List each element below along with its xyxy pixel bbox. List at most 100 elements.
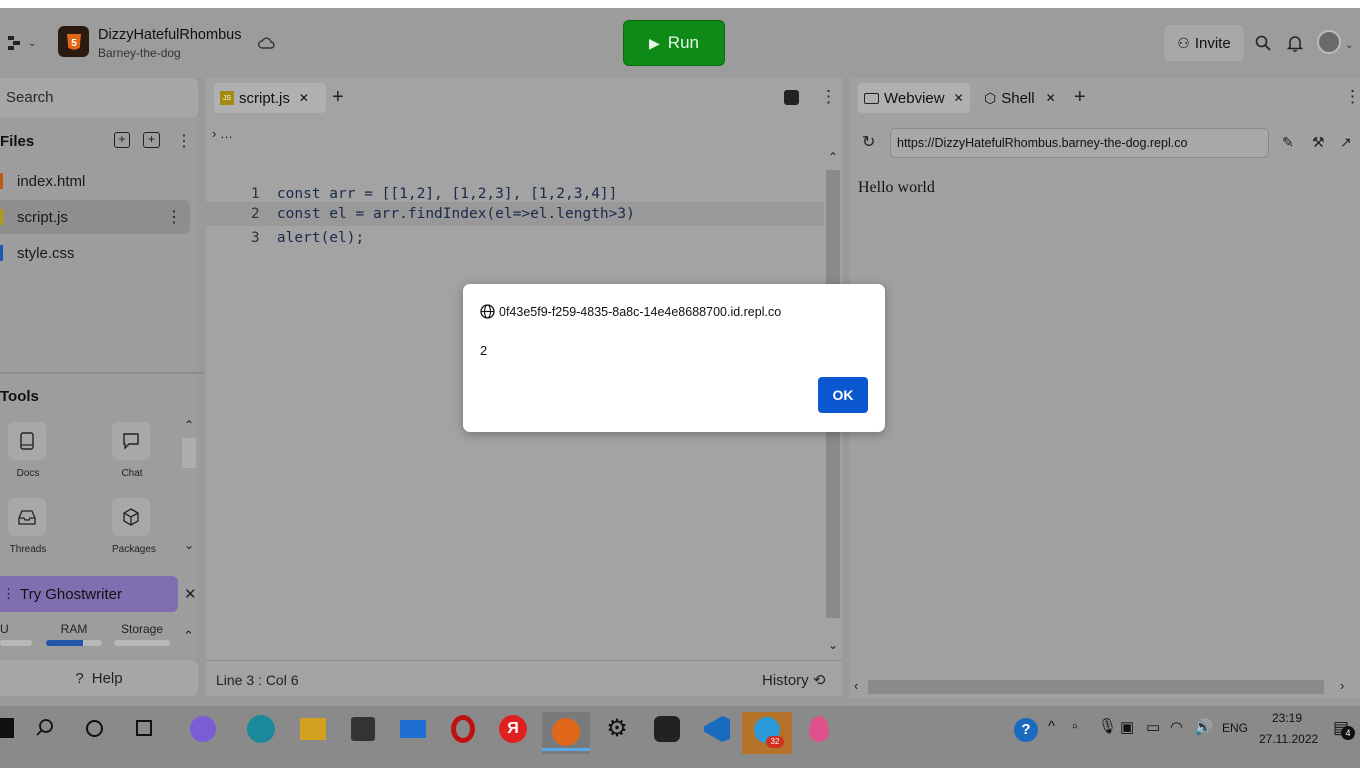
tab-webview[interactable]: Webview ✕ <box>858 83 970 113</box>
chevron-up-icon[interactable]: ⌃ <box>184 418 194 432</box>
telegram-icon[interactable]: 32 <box>742 712 792 754</box>
invite-button[interactable]: ⚇ Invite <box>1164 25 1244 61</box>
tab-script-js[interactable]: JS script.js ✕ <box>214 83 326 113</box>
help-button[interactable]: ? Help <box>0 660 198 696</box>
volume-tray-icon[interactable]: 🔊 <box>1194 718 1213 736</box>
close-icon[interactable]: ✕ <box>299 91 309 105</box>
webview-scrollbar[interactable]: ‹ › <box>850 676 1360 698</box>
tool-chat[interactable]: Chat <box>112 422 152 482</box>
url-bar[interactable]: https://DizzyHatefulRhombus.barney-the-d… <box>890 128 1269 158</box>
display-tray-icon[interactable]: ▣ <box>1120 718 1134 736</box>
new-folder-icon[interactable]: + <box>143 132 160 148</box>
wifi-tray-icon[interactable]: ◠ <box>1170 718 1183 736</box>
help-tray-icon[interactable]: ? <box>1014 718 1038 742</box>
tool-packages[interactable]: Packages <box>112 498 156 558</box>
resource-ram[interactable]: RAM <box>46 622 102 646</box>
scroll-thumb[interactable] <box>182 438 196 468</box>
ghostwriter-banner[interactable]: ⋮ Try Ghostwriter <box>0 576 178 612</box>
notifications-icon[interactable]: ▤ 4 <box>1333 718 1355 740</box>
cursor-position[interactable]: Line 3 : Col 6 <box>216 672 299 688</box>
tool-docs[interactable]: Docs <box>8 422 48 482</box>
sidebar-divider[interactable] <box>0 372 204 374</box>
files-menu-icon[interactable]: ⋮ <box>176 131 192 151</box>
tab-label: Webview <box>884 89 945 107</box>
chevron-right-icon[interactable]: › <box>1340 678 1344 693</box>
opera-icon[interactable] <box>446 712 480 746</box>
resource-label: U <box>0 622 9 636</box>
chevron-up-icon[interactable]: ⌃ <box>828 150 838 164</box>
replit-menu-button[interactable]: ⌄ <box>8 32 44 54</box>
editor-layout-icon[interactable] <box>784 90 799 105</box>
avatar[interactable] <box>1317 30 1341 54</box>
chevron-down-icon[interactable]: ⌄ <box>1345 40 1353 51</box>
resource-cpu[interactable]: U <box>0 622 34 646</box>
resource-storage[interactable]: Storage <box>114 622 170 646</box>
start-button[interactable] <box>0 718 14 738</box>
bell-icon[interactable] <box>1287 34 1303 52</box>
clock-date[interactable]: 27.11.2022 <box>1259 732 1318 746</box>
file-item-index-html[interactable]: index.html <box>0 164 190 198</box>
ok-button[interactable]: OK <box>818 377 868 413</box>
battery-tray-icon[interactable]: ▭ <box>1146 718 1160 736</box>
drop-app-icon[interactable] <box>802 712 836 746</box>
search-icon[interactable] <box>1255 35 1271 51</box>
scroll-thumb[interactable] <box>868 680 1324 694</box>
edit-icon[interactable]: ✎ <box>1282 134 1294 151</box>
files-title: Files <box>0 133 35 150</box>
tools-scrollbar[interactable]: ⌃ ⌄ <box>180 418 198 558</box>
cortana-icon[interactable] <box>86 720 103 737</box>
add-tab-icon[interactable]: + <box>332 86 344 109</box>
search-field[interactable]: Search <box>0 78 198 118</box>
history-button[interactable]: History ⟲ <box>762 671 825 689</box>
add-person-icon: ⚇ <box>1177 34 1190 51</box>
microphone-tray-icon[interactable]: 🎙 <box>1098 717 1117 735</box>
css-file-icon <box>0 245 3 261</box>
add-tab-icon[interactable]: + <box>1074 86 1086 109</box>
new-file-icon[interactable]: + <box>114 132 130 148</box>
yandex-icon[interactable]: Я <box>496 712 530 746</box>
chevron-down-icon[interactable]: ⌄ <box>184 538 194 552</box>
camera-tray-icon[interactable]: ▫ <box>1072 718 1077 735</box>
open-external-icon[interactable]: ↗ <box>1340 134 1352 151</box>
task-view-icon[interactable] <box>136 720 152 736</box>
code-line[interactable]: 3 alert(el); <box>216 202 364 246</box>
close-icon[interactable]: ✕ <box>1046 91 1056 105</box>
history-label: History <box>762 672 809 689</box>
chevron-left-icon[interactable]: ‹ <box>854 678 858 693</box>
tray-expand-icon[interactable]: ^ <box>1048 718 1055 735</box>
refresh-icon[interactable]: ↻ <box>862 132 875 152</box>
code-line[interactable]: 2 const el = arr.findIndex(el=>el.length>… <box>216 178 635 222</box>
file-item-style-css[interactable]: style.css <box>0 236 190 270</box>
tab-shell[interactable]: ⬡ Shell ✕ <box>984 83 1056 113</box>
run-button[interactable]: ▶ Run <box>623 20 725 66</box>
repl-owner[interactable]: Barney-the-dog <box>98 46 181 60</box>
slack-icon[interactable] <box>650 712 684 746</box>
language-indicator[interactable]: ENG <box>1222 721 1248 735</box>
mail-icon[interactable] <box>396 712 430 746</box>
assistant-app-icon[interactable] <box>186 712 220 746</box>
editor-menu-icon[interactable]: ⋮ <box>820 87 837 107</box>
file-item-script-js[interactable]: script.js ⋮ <box>0 200 190 234</box>
repl-name[interactable]: DizzyHatefulRhombus <box>98 27 241 43</box>
edge-icon[interactable] <box>244 712 278 746</box>
close-icon[interactable]: ✕ <box>184 585 197 603</box>
vscode-icon[interactable] <box>700 712 734 746</box>
breadcrumb[interactable]: › … <box>212 126 233 141</box>
telegram-badge: 32 <box>766 736 784 748</box>
devtools-icon[interactable]: ⚒ <box>1312 134 1325 151</box>
tool-threads[interactable]: Threads <box>8 498 48 558</box>
pane-menu-icon[interactable]: ⋮ <box>1344 87 1360 107</box>
close-icon[interactable]: ✕ <box>954 91 964 105</box>
chat-icon <box>112 422 150 460</box>
menu-icon: ⋮ <box>2 586 15 601</box>
chevron-down-icon[interactable]: ⌄ <box>828 638 838 652</box>
notification-count: 4 <box>1341 726 1355 740</box>
chevron-up-icon[interactable]: ⌃ <box>183 628 194 644</box>
cloud-icon[interactable] <box>257 36 275 50</box>
settings-icon[interactable]: ⚙ <box>600 712 634 746</box>
clock-time[interactable]: 23:19 <box>1272 711 1302 725</box>
store-icon[interactable] <box>346 712 380 746</box>
search-icon[interactable] <box>36 719 54 737</box>
file-explorer-icon[interactable] <box>296 712 330 746</box>
file-menu-icon[interactable]: ⋮ <box>166 207 182 227</box>
